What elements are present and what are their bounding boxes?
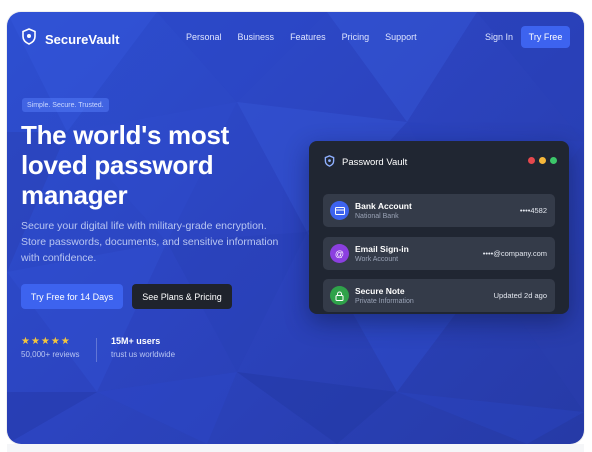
password-vault-card: Password Vault Bank Account National Ban… xyxy=(309,141,569,314)
page-footer-edge xyxy=(7,444,584,452)
window-controls xyxy=(528,157,557,164)
nav-link-support[interactable]: Support xyxy=(385,32,417,42)
card-icon xyxy=(330,201,349,220)
at-icon: @ xyxy=(330,244,349,263)
item-value: ••••4582 xyxy=(519,206,547,215)
try-free-14-days-button[interactable]: Try Free for 14 Days xyxy=(21,284,123,309)
item-value: ••••@company.com xyxy=(482,249,547,258)
vault-header: Password Vault xyxy=(324,155,407,170)
rating: ★★★★★ 50,000+ reviews xyxy=(21,336,79,359)
item-name: Email Sign-in xyxy=(355,244,409,254)
users-count: 15M+ users xyxy=(111,336,161,346)
vault-item-secure-note[interactable]: Secure Note Private Information Updated … xyxy=(323,279,555,312)
nav-links: Personal Business Features Pricing Suppo… xyxy=(186,32,433,42)
brand-logo[interactable]: SecureVault xyxy=(21,28,119,50)
shield-icon xyxy=(21,28,37,50)
sign-in-link[interactable]: Sign In xyxy=(485,32,513,42)
item-name: Secure Note xyxy=(355,286,405,296)
nav-link-business[interactable]: Business xyxy=(238,32,275,42)
users-stat: 15M+ users trust us worldwide xyxy=(111,336,175,359)
nav-link-personal[interactable]: Personal xyxy=(186,32,222,42)
item-subtitle: National Bank xyxy=(355,213,399,220)
nav-link-pricing[interactable]: Pricing xyxy=(342,32,370,42)
maximize-dot-icon[interactable] xyxy=(550,157,557,164)
users-subtext: trust us worldwide xyxy=(111,350,176,359)
see-plans-button[interactable]: See Plans & Pricing xyxy=(132,284,232,309)
brand-name: SecureVault xyxy=(45,31,120,47)
minimize-dot-icon[interactable] xyxy=(539,157,546,164)
shield-icon xyxy=(324,155,335,170)
top-nav: SecureVault Personal Business Features P… xyxy=(7,12,584,64)
try-free-button[interactable]: Try Free xyxy=(521,26,570,48)
close-dot-icon[interactable] xyxy=(528,157,535,164)
tagline-badge: Simple. Secure. Trusted. xyxy=(22,98,109,112)
hero-subtext: Secure your digital life with military-g… xyxy=(21,220,279,264)
vault-item-bank-account[interactable]: Bank Account National Bank ••••4582 xyxy=(323,194,555,227)
nav-link-features[interactable]: Features xyxy=(290,32,326,42)
item-name: Bank Account xyxy=(355,201,412,211)
lock-icon xyxy=(330,286,349,305)
divider xyxy=(96,338,97,362)
reviews-count: 50,000+ reviews xyxy=(21,350,80,359)
item-value: Updated 2d ago xyxy=(493,291,547,300)
hero-headline: The world's most loved password manager xyxy=(21,120,229,210)
vault-title: Password Vault xyxy=(342,157,408,168)
vault-item-email-sign-in[interactable]: @ Email Sign-in Work Account ••••@compan… xyxy=(323,237,555,270)
hero-section: SecureVault Personal Business Features P… xyxy=(7,12,584,444)
item-subtitle: Private Information xyxy=(355,298,414,305)
star-rating-icon: ★★★★★ xyxy=(21,336,71,347)
item-subtitle: Work Account xyxy=(355,256,399,263)
